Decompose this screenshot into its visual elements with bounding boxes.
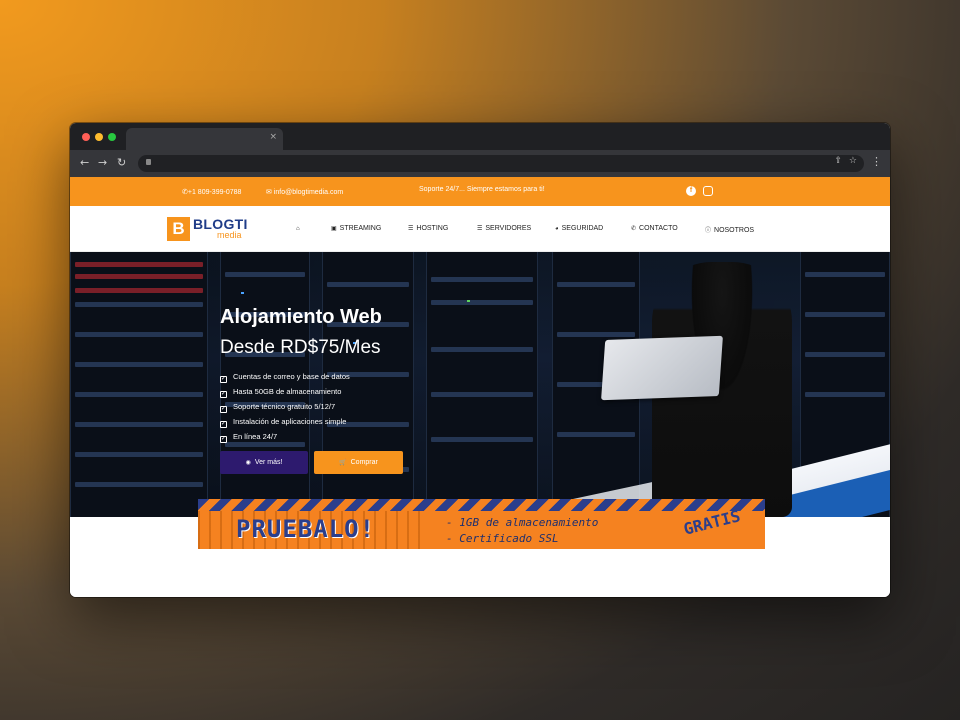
nav-nosotros[interactable]: ⓘ NOSOTROS <box>705 225 754 234</box>
nav-label: NOSOTROS <box>714 227 755 234</box>
hero-title: Alojamiento Web <box>220 306 382 328</box>
browser-window: × ← → ↻ ⇪ ☆ ⋮ ✆+1 809-399-0788 ✉ info@bl… <box>70 123 890 597</box>
phone-icon: ✆ <box>631 226 637 232</box>
home-icon: ⌂ <box>296 226 300 232</box>
checkbox-icon: ✓ <box>220 406 227 413</box>
info-icon: ⓘ <box>705 228 712 234</box>
promo-tag: GRATIS <box>681 506 743 539</box>
nav-hosting[interactable]: ☰ HOSTING <box>408 225 448 232</box>
logo-mark: B <box>167 217 190 241</box>
lock-icon <box>146 159 151 165</box>
hero-banner: Alojamiento Web Desde RD$75/Mes ✓ Cuentas… <box>70 252 890 517</box>
feature-item: ✓ En línea 24/7 <box>220 431 350 446</box>
browser-tab[interactable]: × <box>126 128 283 150</box>
shield-icon: ◕ <box>555 226 559 232</box>
checkbox-icon: ✓ <box>220 391 227 398</box>
maximize-window-button[interactable] <box>108 133 116 141</box>
checkbox-icon: ✓ <box>220 421 227 428</box>
feature-text: Cuentas de correo y base de datos <box>233 372 350 381</box>
browser-tabbar: × <box>70 123 890 150</box>
instagram-icon[interactable] <box>703 186 713 196</box>
ver-mas-label: Ver más! <box>254 459 283 466</box>
minimize-window-button[interactable] <box>95 133 103 141</box>
feature-text: Instalación de aplicaciones simple <box>233 417 347 426</box>
laptop-image <box>601 335 723 401</box>
browser-toolbar: ← → ↻ ⇪ ☆ ⋮ <box>70 150 890 177</box>
nav-contacto[interactable]: ✆ CONTACTO <box>631 225 678 232</box>
nav-streaming[interactable]: ▣ STREAMING <box>331 225 381 232</box>
top-info-bar: ✆+1 809-399-0788 ✉ info@blogtimedia.com … <box>70 177 890 206</box>
feature-item: ✓ Hasta 50GB de almacenamiento <box>220 386 350 401</box>
checkbox-icon: ✓ <box>220 376 227 383</box>
streaming-icon: ▣ <box>331 226 337 232</box>
tab-close-icon[interactable]: × <box>269 132 277 142</box>
server-icon: ☰ <box>477 226 483 232</box>
support-text: Soporte 24/7... Siempre estamos para ti! <box>419 186 545 193</box>
address-bar[interactable]: ⇪ ☆ <box>138 155 864 172</box>
feature-item: ✓ Soporte técnico gratuito 5/12/7 <box>220 401 350 416</box>
nav-label: SERVIDORES <box>485 225 532 232</box>
feature-text: En línea 24/7 <box>233 432 278 441</box>
logo-sub: media <box>217 230 242 240</box>
nav-label: HOSTING <box>416 225 449 232</box>
share-icon[interactable]: ⇪ <box>834 156 842 166</box>
nav-label: STREAMING <box>339 225 382 232</box>
promo-stripes <box>198 499 765 511</box>
email-contact[interactable]: ✉ info@blogtimedia.com <box>266 188 343 196</box>
promo-feature: - 1GB de almacenamiento <box>446 516 599 529</box>
mail-icon: ✉ <box>266 189 274 196</box>
nav-seguridad[interactable]: ◕ SEGURIDAD <box>555 225 603 232</box>
browser-menu-icon[interactable]: ⋮ <box>871 155 882 169</box>
feature-list: ✓ Cuentas de correo y base de datos ✓ Hast… <box>220 371 350 446</box>
promo-title: PRUEBALO! <box>236 515 376 543</box>
hosting-icon: ☰ <box>408 226 414 232</box>
comprar-button[interactable]: 🛒 Comprar <box>314 451 403 474</box>
checkbox-icon: ✓ <box>220 436 227 443</box>
site-logo[interactable]: B BLOGTI media <box>167 216 251 242</box>
phone-text: +1 809-399-0788 <box>187 189 242 196</box>
nav-home[interactable]: ⌂ <box>296 225 303 232</box>
promo-banner[interactable]: PRUEBALO! - 1GB de almacenamiento - Cert… <box>198 499 765 549</box>
feature-text: Soporte técnico gratuito 5/12/7 <box>233 402 336 411</box>
cart-icon: 🛒 <box>339 460 347 466</box>
feature-text: Hasta 50GB de almacenamiento <box>233 387 342 396</box>
ver-mas-button[interactable]: ◉ Ver más! <box>220 451 308 474</box>
email-text: info@blogtimedia.com <box>273 189 344 196</box>
promo-feature: - Certificado SSL <box>446 532 559 545</box>
reload-icon[interactable]: ↻ <box>117 156 126 170</box>
facebook-icon[interactable]: f <box>686 186 696 196</box>
nav-servidores[interactable]: ☰ SERVIDORES <box>477 225 531 232</box>
eye-icon: ◉ <box>245 460 251 466</box>
hero-subtitle: Desde RD$75/Mes <box>220 337 381 358</box>
nav-label: CONTACTO <box>639 225 678 232</box>
back-icon[interactable]: ← <box>80 156 89 170</box>
bookmark-star-icon[interactable]: ☆ <box>849 156 857 166</box>
comprar-label: Comprar <box>350 459 378 466</box>
phone-contact[interactable]: ✆+1 809-399-0788 <box>182 188 241 196</box>
feature-item: ✓ Cuentas de correo y base de datos <box>220 371 350 386</box>
feature-item: ✓ Instalación de aplicaciones simple <box>220 416 350 431</box>
forward-icon[interactable]: → <box>98 156 107 170</box>
main-navbar: B BLOGTI media ⌂ ▣ STREAMING ☰ HOSTING ☰ SE… <box>70 206 890 252</box>
nav-label: SEGURIDAD <box>561 225 604 232</box>
close-window-button[interactable] <box>82 133 90 141</box>
